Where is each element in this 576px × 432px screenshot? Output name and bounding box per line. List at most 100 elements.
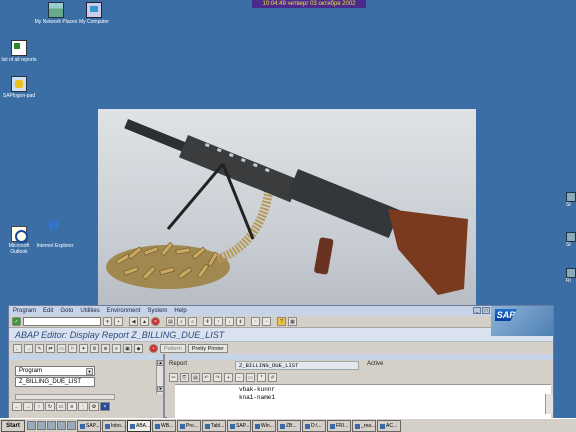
command-field[interactable] <box>23 317 101 326</box>
nav-display-icon[interactable]: ▭ <box>56 402 66 411</box>
nav-list-icon[interactable]: ≡ <box>67 402 77 411</box>
pattern-button[interactable]: Pattern <box>160 343 186 353</box>
layout-menu-icon[interactable]: ▦ <box>288 317 297 326</box>
pretty-printer-button[interactable]: Pretty Printer <box>187 343 228 353</box>
delete-line-icon[interactable]: − <box>235 373 244 382</box>
desktop-icon-outlook[interactable]: Microsoft Outlook <box>0 226 38 255</box>
desktop-icon-edge[interactable]: Ri <box>566 268 576 284</box>
nav-settings-icon[interactable]: ⚙ <box>89 402 99 411</box>
shortcut-icon[interactable]: ▫ <box>262 317 271 326</box>
first-page-icon[interactable]: ⇞ <box>203 317 212 326</box>
sap-window[interactable]: Program Edit Goto Utilities Environment … <box>8 305 554 419</box>
horizontal-scrollbar[interactable] <box>15 394 115 400</box>
test-icon[interactable]: ⚙ <box>90 343 99 353</box>
quicklaunch-desktop-icon[interactable] <box>27 421 36 430</box>
comment-icon[interactable]: * <box>257 373 266 382</box>
back-icon[interactable]: ◀ <box>129 317 138 326</box>
block-icon[interactable]: ▭ <box>246 373 255 382</box>
nav-forward-icon[interactable]: → <box>24 343 33 353</box>
desktop-icon-report-list[interactable]: list of all reports <box>0 40 38 63</box>
copy-icon[interactable]: ⎘ <box>180 373 189 382</box>
minimize-button[interactable]: _ <box>473 307 481 314</box>
desktop-icon-label: St <box>566 202 571 208</box>
editor-scrollbar[interactable] <box>545 394 553 414</box>
redo-icon[interactable]: ↷ <box>213 373 222 382</box>
paste-icon[interactable]: ▤ <box>191 373 200 382</box>
save-icon[interactable]: ▪ <box>114 317 123 326</box>
scroll-down-icon[interactable]: ▼ <box>157 386 164 392</box>
exit-icon[interactable]: ▲ <box>140 317 149 326</box>
new-session-icon[interactable]: ▫ <box>251 317 260 326</box>
scroll-up-icon[interactable]: ▲ <box>157 360 164 366</box>
nav-close-icon[interactable]: × <box>100 402 110 411</box>
taskbar-button[interactable]: Pro... <box>177 419 201 432</box>
where-used-icon[interactable]: ⊕ <box>101 343 110 353</box>
menu-environment[interactable]: Environment <box>107 308 141 314</box>
object-name-field[interactable]: Z_BILLING_DUE_LIST <box>15 377 95 387</box>
other-object-icon[interactable]: ▭ <box>57 343 66 353</box>
taskbar-button[interactable]: D:\... <box>302 419 326 432</box>
menu-edit[interactable]: Edit <box>43 308 53 314</box>
uncomment-icon[interactable]: # <box>268 373 277 382</box>
taskbar-button[interactable]: Tabl... <box>202 419 226 432</box>
menu-system[interactable]: System <box>147 308 167 314</box>
taskbar-button[interactable]: ZB... <box>277 419 301 432</box>
quicklaunch-app-icon[interactable] <box>57 421 66 430</box>
taskbar-button[interactable]: FRI... <box>327 419 351 432</box>
enter-button[interactable]: ✓ <box>12 317 21 326</box>
nav-right-icon[interactable]: → <box>23 402 33 411</box>
cut-icon[interactable]: ✂ <box>169 373 178 382</box>
help-icon[interactable]: ? <box>277 317 286 326</box>
quicklaunch-ie-icon[interactable] <box>37 421 46 430</box>
nav-back-icon[interactable]: ← <box>13 343 22 353</box>
find-next-icon[interactable]: ⌕ <box>188 317 197 326</box>
taskbar-button[interactable]: SAP... <box>227 419 251 432</box>
previous-page-icon[interactable]: ↑ <box>214 317 223 326</box>
taskbar-button[interactable]: Inbo... <box>102 419 126 432</box>
quicklaunch-outlook-icon[interactable] <box>47 421 56 430</box>
taskbar-button[interactable]: SAP... <box>77 419 101 432</box>
find-icon[interactable]: ⌕ <box>177 317 186 326</box>
desktop-icon-edge[interactable]: St <box>566 232 576 248</box>
object-list-icon[interactable]: ≡ <box>112 343 121 353</box>
stop-icon[interactable]: • <box>149 343 158 353</box>
start-button[interactable]: Start <box>1 419 25 432</box>
desktop-icon-internet-explorer[interactable]: Internet Explorer <box>36 222 74 249</box>
taskbar-button[interactable]: _rea... <box>352 419 376 432</box>
vertical-scrollbar[interactable]: ▲ ▼ <box>156 360 164 394</box>
breakpoint-icon[interactable]: ◆ <box>134 343 143 353</box>
desktop-icon-saplogon[interactable]: SAPlogon-pad <box>0 76 38 99</box>
object-type-select[interactable]: Program ▼ <box>15 366 95 376</box>
menu-goto[interactable]: Goto <box>60 308 73 314</box>
nav-refresh-icon[interactable]: ↻ <box>45 402 55 411</box>
command-dropdown-icon[interactable]: ▾ <box>103 317 112 326</box>
print-icon[interactable]: ▤ <box>166 317 175 326</box>
cancel-icon[interactable]: × <box>151 317 160 326</box>
display-change-icon[interactable]: ✎ <box>35 343 44 353</box>
navigation-window-icon[interactable]: ▣ <box>123 343 132 353</box>
nav-left-icon[interactable]: ← <box>12 402 22 411</box>
next-page-icon[interactable]: ↓ <box>225 317 234 326</box>
insert-line-icon[interactable]: + <box>224 373 233 382</box>
last-page-icon[interactable]: ⇟ <box>236 317 245 326</box>
nav-up-icon[interactable]: ↑ <box>34 402 44 411</box>
taskbar-button-active[interactable]: ABA... <box>127 419 151 432</box>
code-editor[interactable]: vbak-kunnr kna1-name1 <box>175 384 551 419</box>
desktop-icon-my-computer[interactable]: My Computer <box>72 2 116 25</box>
maximize-button[interactable]: □ <box>482 307 490 314</box>
report-name-field[interactable]: Z_BILLING_DUE_LIST <box>235 361 359 370</box>
menu-program[interactable]: Program <box>13 308 36 314</box>
activate-icon[interactable]: ✦ <box>79 343 88 353</box>
dropdown-icon[interactable]: ▼ <box>86 368 93 375</box>
taskbar-button[interactable]: Win... <box>252 419 276 432</box>
taskbar-button[interactable]: WB... <box>152 419 176 432</box>
menu-help[interactable]: Help <box>174 308 186 314</box>
nav-tree-icon[interactable]: ⋮ <box>78 402 88 411</box>
undo-icon[interactable]: ↶ <box>202 373 211 382</box>
quicklaunch-app-icon[interactable] <box>67 421 76 430</box>
menu-utilities[interactable]: Utilities <box>80 308 99 314</box>
taskbar-button[interactable]: AC... <box>377 419 401 432</box>
desktop-icon-edge[interactable]: St <box>566 192 576 208</box>
active-inactive-icon[interactable]: ⇄ <box>46 343 55 353</box>
check-icon[interactable]: ⚐ <box>68 343 77 353</box>
